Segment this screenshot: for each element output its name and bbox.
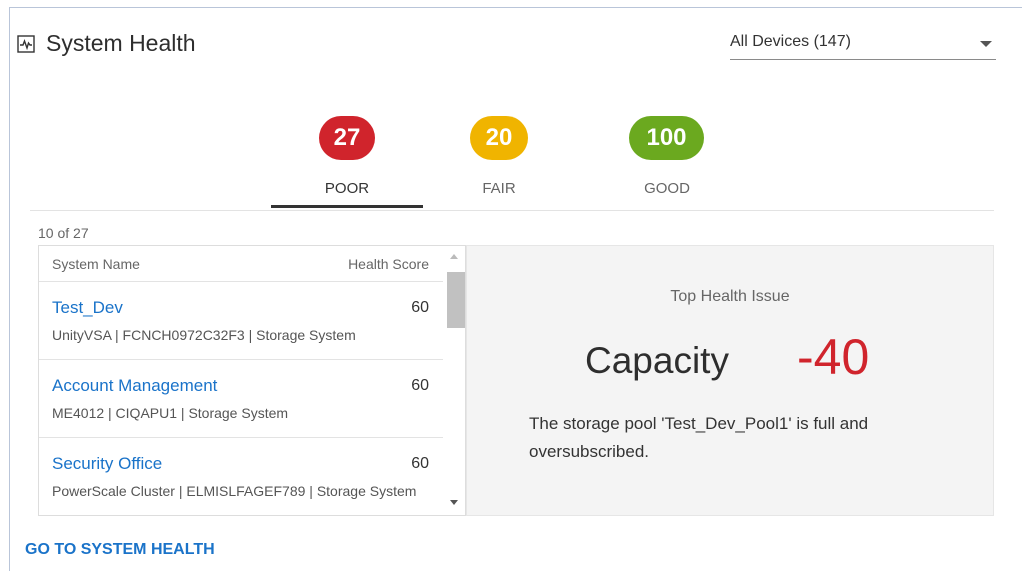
tab-good[interactable]: 100 GOOD [591, 110, 743, 202]
system-list: System Name Health Score Test_Dev 60 Uni… [38, 245, 466, 516]
health-score: 60 [411, 377, 429, 394]
tab-good-label: GOOD [644, 180, 690, 197]
column-header-system-name: System Name [52, 256, 140, 272]
system-name-link[interactable]: Account Management [52, 376, 217, 396]
selected-tab-indicator [271, 205, 423, 208]
scroll-up-arrow-icon[interactable] [450, 254, 458, 259]
issue-score: -40 [797, 329, 870, 385]
health-issue-detail: Top Health Issue Capacity -40 The storag… [466, 245, 994, 516]
tabs-divider [30, 210, 994, 211]
device-filter-dropdown[interactable]: All Devices (147) [730, 28, 996, 60]
list-header: System Name Health Score [39, 246, 443, 282]
tab-poor[interactable]: 27 POOR [271, 110, 423, 202]
chevron-down-icon [980, 41, 992, 47]
issue-category: Capacity [585, 340, 729, 381]
system-details: UnityVSA | FCNCH0972C32F3 | Storage Syst… [52, 327, 356, 343]
tab-poor-label: POOR [324, 180, 370, 197]
system-name-link[interactable]: Test_Dev [52, 298, 123, 318]
system-details: PowerScale Cluster | ELMISLFAGEF789 | St… [52, 483, 417, 499]
health-score: 60 [411, 455, 429, 472]
fair-count-badge: 20 [470, 116, 528, 160]
issue-description: The storage pool 'Test_Dev_Pool1' is ful… [529, 414, 869, 461]
system-rows: Test_Dev 60 UnityVSA | FCNCH0972C32F3 | … [39, 282, 443, 515]
tab-fair-label: FAIR [482, 180, 516, 197]
detail-heading: Top Health Issue [670, 288, 790, 305]
scrollbar-thumb[interactable] [447, 272, 465, 328]
poor-count-badge: 27 [319, 116, 375, 160]
result-count: 10 of 27 [38, 225, 89, 241]
scroll-down-arrow-icon[interactable] [450, 500, 458, 505]
system-name-link[interactable]: Security Office [52, 454, 162, 474]
list-item[interactable]: Security Office 60 PowerScale Cluster | … [39, 438, 443, 515]
go-to-system-health-link[interactable]: GO TO SYSTEM HEALTH [25, 541, 215, 559]
good-count-badge: 100 [629, 116, 704, 160]
device-filter-value: All Devices (147) [730, 33, 851, 50]
list-item[interactable]: Test_Dev 60 UnityVSA | FCNCH0972C32F3 | … [39, 282, 443, 360]
list-scrollbar[interactable] [443, 246, 465, 515]
system-details: ME4012 | CIQAPU1 | Storage System [52, 405, 289, 421]
list-item[interactable]: Account Management 60 ME4012 | CIQAPU1 |… [39, 360, 443, 438]
health-score: 60 [411, 299, 429, 316]
health-category-tabs: 27 POOR 20 FAIR 100 GOOD [271, 110, 711, 208]
pulse-icon [17, 34, 35, 53]
tab-fair[interactable]: 20 FAIR [439, 110, 559, 202]
card-header: System Health [17, 30, 196, 57]
column-header-health-score: Health Score [348, 256, 429, 272]
page-title: System Health [46, 30, 196, 56]
